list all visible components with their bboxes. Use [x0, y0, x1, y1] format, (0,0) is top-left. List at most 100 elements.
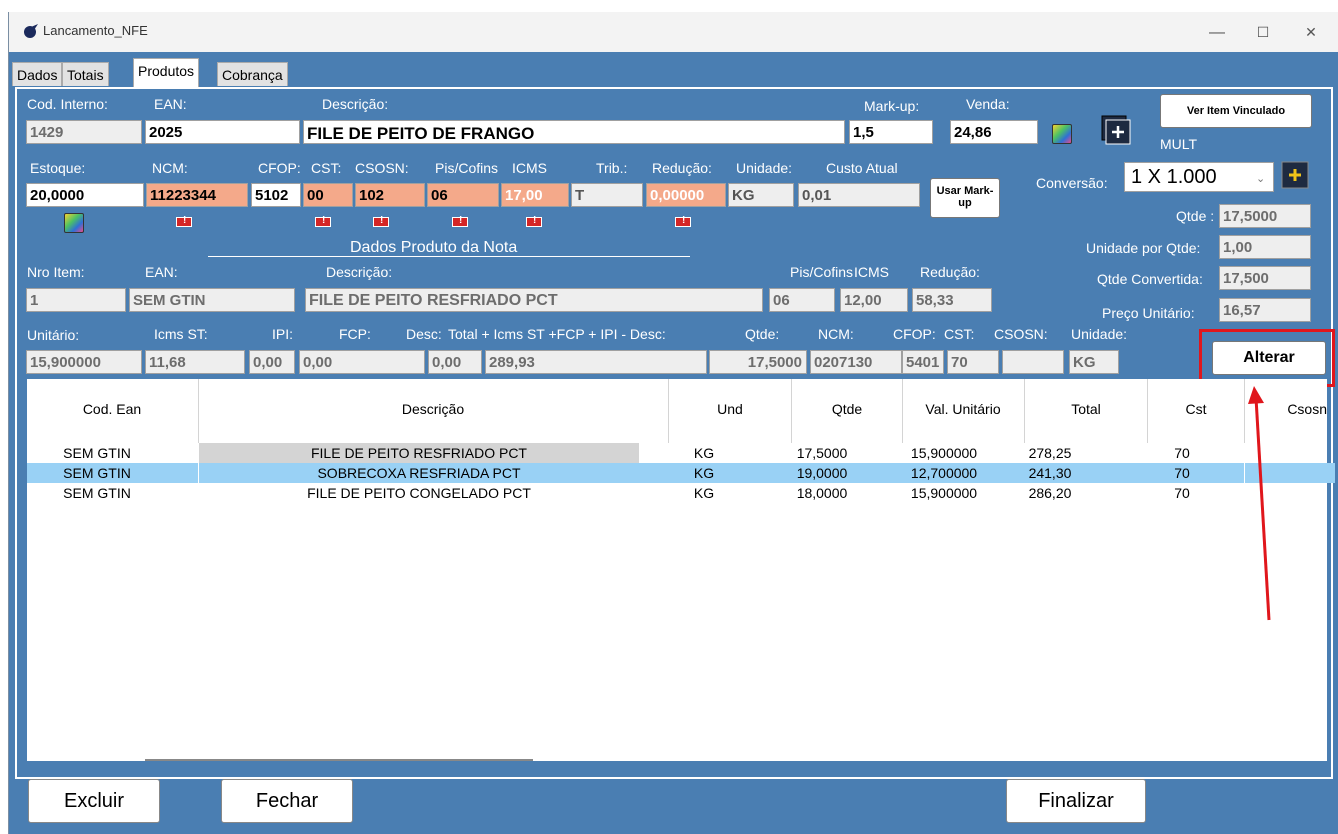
nota-ean-field[interactable]: SEM GTIN	[129, 288, 295, 312]
col-header-qtde[interactable]: Qtde	[792, 379, 902, 443]
conversao-select[interactable]: 1 X 1.000	[1124, 162, 1274, 192]
trib-field[interactable]: T	[571, 183, 643, 207]
usar-markup-button[interactable]: Usar Mark-up	[930, 178, 1000, 218]
cell-val-unitario: 12,700000	[910, 465, 978, 481]
cell-cod-ean: SEM GTIN	[63, 485, 131, 501]
col-header-descricao[interactable]: Descrição	[199, 379, 667, 443]
pis-cofins-warning-icon[interactable]	[452, 215, 468, 227]
pis-cofins-field[interactable]: 06	[427, 183, 499, 207]
nota-reducao-label: Redução:	[920, 264, 980, 280]
descricao-label: Descrição:	[322, 96, 389, 112]
nota-pis-cofins-field[interactable]: 06	[769, 288, 835, 312]
nota-csosn-field[interactable]	[1002, 350, 1064, 374]
qtde-label: Qtde :	[1176, 208, 1215, 224]
icms-field[interactable]: 17,00	[501, 183, 569, 207]
tab-produtos[interactable]: Produtos	[133, 58, 200, 87]
table-row-selected[interactable]: SEM GTIN SOBRECOXA RESFRIADA PCT KG 19,0…	[27, 463, 1335, 483]
preco-unitario-label: Preço Unitário:	[1102, 305, 1195, 321]
ncm-warning-icon[interactable]	[176, 215, 192, 227]
total-field[interactable]: 289,93	[485, 350, 707, 374]
icms-st-field[interactable]: 11,68	[145, 350, 245, 374]
nota-unidade-field[interactable]: KG	[1069, 350, 1119, 374]
nota-descricao-field[interactable]: FILE DE PEITO RESFRIADO PCT	[305, 288, 763, 312]
venda-field[interactable]: 24,86	[950, 120, 1038, 144]
nota-qtde-label: Qtde:	[745, 326, 780, 342]
table-row[interactable]: SEM GTIN FILE DE PEITO CONGELADO PCT KG …	[27, 483, 1335, 503]
maximize-icon[interactable]: ☐	[1253, 24, 1273, 41]
fechar-button[interactable]: Fechar	[221, 779, 353, 823]
qtde-convertida-field[interactable]: 17,500	[1219, 266, 1311, 290]
cst-field[interactable]: 00	[303, 183, 353, 207]
estoque-color-icon[interactable]	[64, 213, 84, 233]
cell-cst: 70	[1174, 445, 1190, 461]
descricao-field[interactable]: FILE DE PEITO DE FRANGO	[303, 120, 845, 144]
nota-csosn-label: CSOSN:	[994, 326, 1048, 342]
ncm-field[interactable]: 11223344	[146, 183, 248, 207]
col-header-cod-ean[interactable]: Cod. Ean	[27, 379, 197, 443]
col-header-val-unitario[interactable]: Val. Unitário	[903, 379, 1023, 443]
cst-warning-icon[interactable]	[315, 215, 331, 227]
horizontal-scrollbar[interactable]	[145, 759, 533, 761]
items-grid[interactable]: Cod. Ean Descrição Und Qtde Val. Unitári…	[27, 379, 1335, 761]
nota-qtde-field[interactable]: 17,5000	[709, 350, 807, 374]
annotation-arrow-icon	[1248, 386, 1271, 621]
desc-field[interactable]: 0,00	[428, 350, 482, 374]
excluir-button[interactable]: Excluir	[28, 779, 160, 823]
nota-cst-field[interactable]: 70	[947, 350, 999, 374]
nota-reducao-field[interactable]: 58,33	[912, 288, 992, 312]
fcp-field[interactable]: 0,00	[299, 350, 425, 374]
nota-ean-label: EAN:	[145, 264, 178, 280]
ver-item-vinculado-button[interactable]: Ver Item Vinculado	[1160, 94, 1312, 128]
add-conversion-icon[interactable]	[1281, 161, 1309, 189]
chevron-down-icon[interactable]: ⌄	[1256, 172, 1265, 185]
color-picker-icon[interactable]	[1052, 124, 1072, 144]
csosn-warning-icon[interactable]	[373, 215, 389, 227]
custo-atual-field[interactable]: 0,01	[798, 183, 920, 207]
nota-icms-field[interactable]: 12,00	[840, 288, 908, 312]
close-icon[interactable]: ✕	[1301, 24, 1321, 41]
unitario-field[interactable]: 15,900000	[26, 350, 142, 374]
col-header-total[interactable]: Total	[1025, 379, 1147, 443]
nota-cst-label: CST:	[944, 326, 975, 342]
icms-warning-icon[interactable]	[526, 215, 542, 227]
reducao-warning-icon[interactable]	[675, 215, 691, 227]
table-row[interactable]: SEM GTIN FILE DE PEITO RESFRIADO PCT KG …	[27, 443, 1335, 463]
tab-cobranca[interactable]: Cobrança	[217, 62, 288, 86]
reducao-label: Redução:	[652, 160, 712, 176]
pis-cofins-label: Pis/Cofins	[435, 160, 499, 176]
preco-unitario-field[interactable]: 16,57	[1219, 298, 1311, 322]
cod-interno-field[interactable]: 1429	[26, 120, 142, 144]
cst-label: CST:	[311, 160, 342, 176]
total-label: Total + Icms ST +FCP + IPI - Desc:	[448, 326, 666, 342]
finalizar-button[interactable]: Finalizar	[1006, 779, 1146, 823]
cell-total: 278,25	[1028, 445, 1072, 461]
add-box-icon[interactable]	[1100, 114, 1134, 148]
cell-cst: 70	[1174, 465, 1190, 481]
nro-item-field[interactable]: 1	[26, 288, 126, 312]
cell-und: KG	[693, 485, 715, 501]
csosn-field[interactable]: 102	[355, 183, 425, 207]
tab-dados[interactable]: Dados	[12, 62, 63, 86]
nota-icms-label: ICMS	[854, 264, 889, 280]
cell-val-unitario: 15,900000	[910, 445, 978, 461]
cfop-field[interactable]: 5102	[251, 183, 301, 207]
estoque-field[interactable]: 20,0000	[26, 183, 144, 207]
markup-label: Mark-up:	[864, 98, 920, 114]
reducao-field[interactable]: 0,00000	[646, 183, 726, 207]
ipi-field[interactable]: 0,00	[249, 350, 295, 374]
desc-label: Desc:	[406, 326, 442, 342]
qtde-field[interactable]: 17,5000	[1219, 204, 1311, 228]
col-header-cst[interactable]: Cst	[1148, 379, 1244, 443]
estoque-label: Estoque:	[30, 160, 86, 176]
unidade-field[interactable]: KG	[728, 183, 794, 207]
unidade-por-qtde-field[interactable]: 1,00	[1219, 235, 1311, 259]
minimize-icon[interactable]: —	[1207, 24, 1227, 42]
markup-field[interactable]: 1,5	[849, 120, 933, 144]
alterar-button[interactable]: Alterar	[1212, 341, 1326, 375]
nota-cfop-field[interactable]: 5401	[902, 350, 944, 374]
venda-label: Venda:	[966, 96, 1010, 112]
ean-field[interactable]: 2025	[145, 120, 300, 144]
nota-ncm-field[interactable]: 0207130	[810, 350, 902, 374]
tab-totais[interactable]: Totais	[62, 62, 109, 86]
col-header-und[interactable]: Und	[669, 379, 791, 443]
